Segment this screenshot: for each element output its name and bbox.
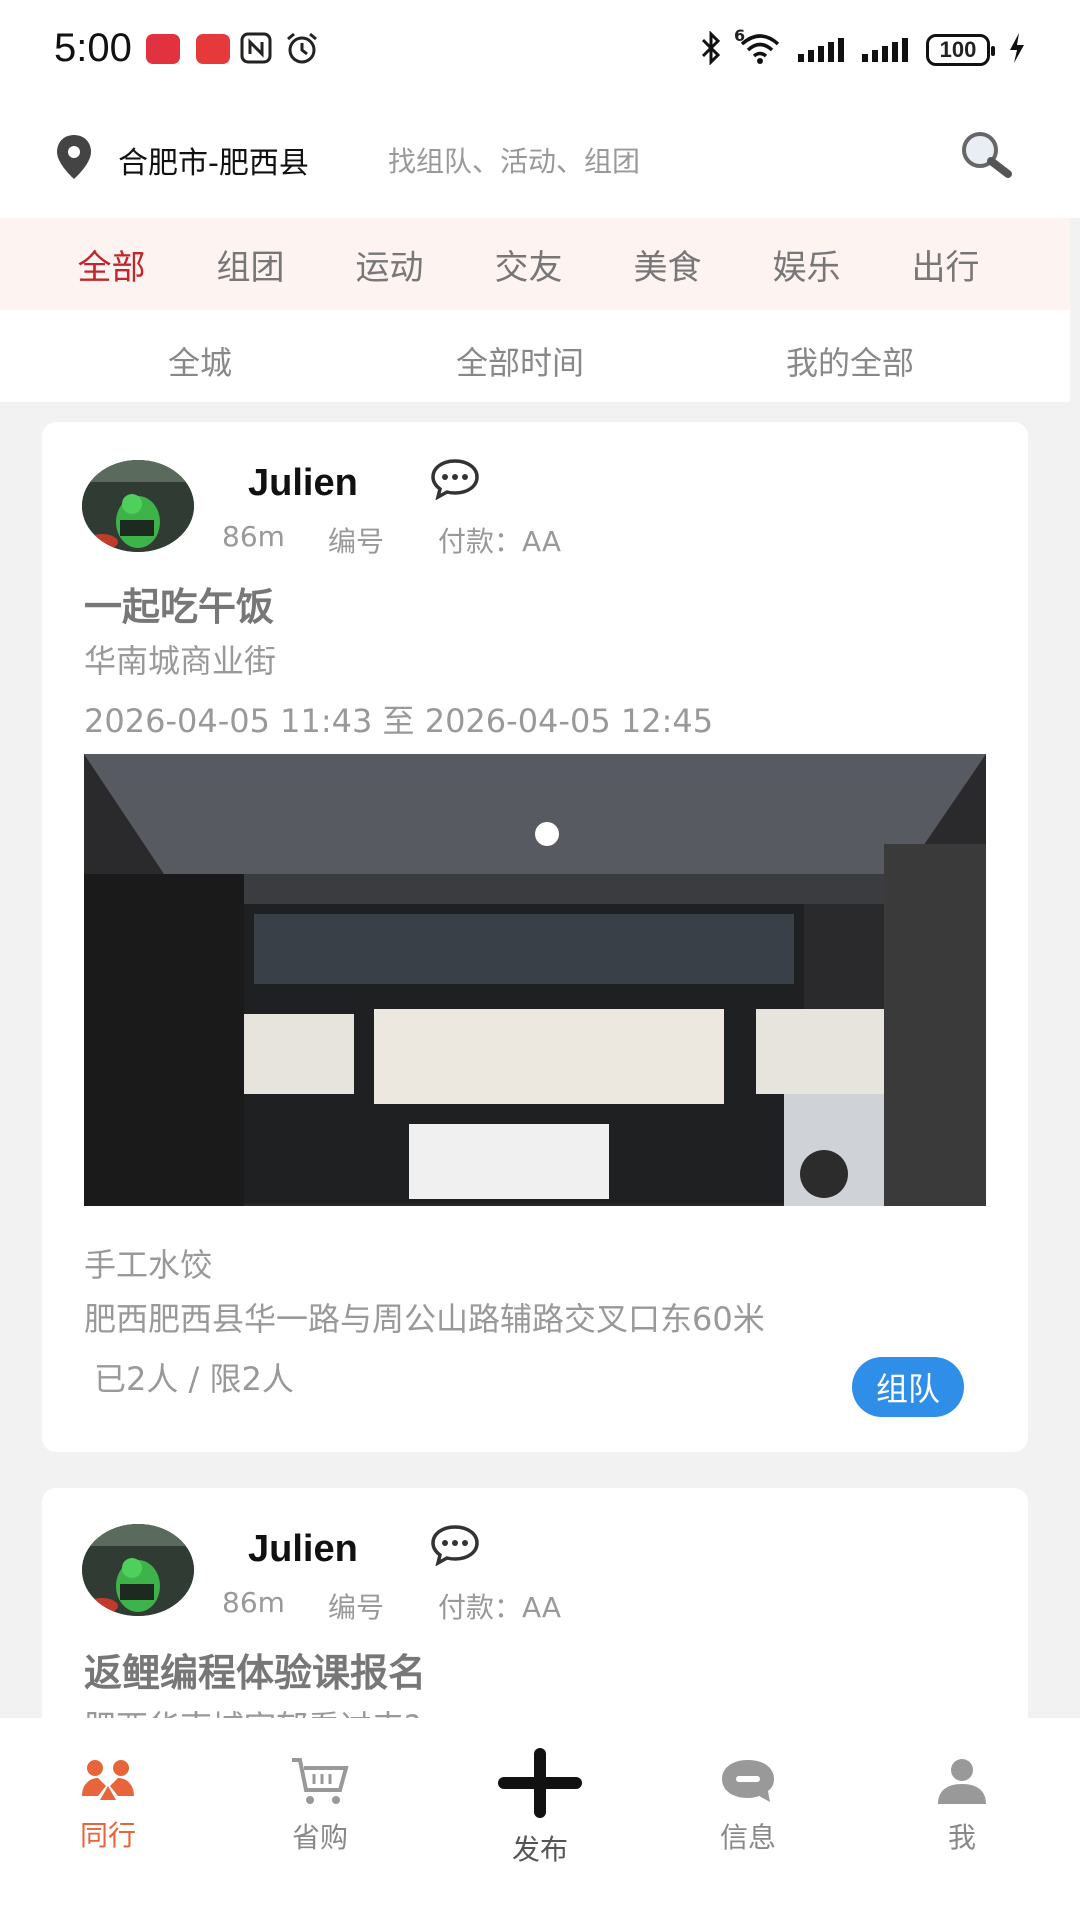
filter-city[interactable]: 全城 <box>168 338 232 384</box>
filter-bar: 全城 全部时间 我的全部 <box>0 310 1070 402</box>
nav-label: 我 <box>947 1821 976 1854</box>
tab-travel[interactable]: 出行 <box>876 218 1015 310</box>
join-team-button[interactable]: 组队 <box>852 1357 964 1417</box>
post-meta: 86m 编号 付款：AA <box>222 1586 561 1626</box>
post-title: 一起吃午饭 <box>84 585 275 629</box>
battery-level: 100 <box>939 37 977 62</box>
bluetooth-icon <box>700 30 722 69</box>
huawei-icon <box>196 34 230 64</box>
nav-publish[interactable]: 发布 <box>470 1748 610 1868</box>
chat-icon[interactable] <box>430 458 480 504</box>
category-tabs: 全部 组团 运动 交友 美食 娱乐 出行 <box>0 218 1070 310</box>
nav-companions[interactable]: 同行 <box>38 1756 178 1854</box>
distance: 86m <box>222 1586 285 1619</box>
number-label: 编号 <box>328 1591 385 1624</box>
message-icon <box>718 1760 778 1810</box>
header: 合肥市-肥西县 找组队、活动、组团 <box>0 100 1080 218</box>
wifi-icon: 6 <box>734 26 780 68</box>
nav-messages[interactable]: 信息 <box>678 1756 818 1856</box>
avatar[interactable] <box>82 1524 194 1616</box>
tab-friends[interactable]: 交友 <box>459 218 598 310</box>
cart-icon <box>288 1758 352 1810</box>
nfc-icon <box>240 32 272 68</box>
post-title: 返鲤编程体验课报名 <box>84 1651 427 1695</box>
status-time: 5:00 <box>54 26 132 70</box>
post-card[interactable]: Julien 86m 编号 付款：AA 一起吃午饭 华南城商业街 2026-04… <box>42 422 1028 1452</box>
post-address: 肥西肥西县华一路与周公山路辅路交叉口东60米 <box>84 1300 765 1338</box>
tab-group[interactable]: 组团 <box>181 218 320 310</box>
nav-label: 同行 <box>79 1819 136 1852</box>
filter-time[interactable]: 全部时间 <box>456 338 584 384</box>
group-icon <box>78 1760 138 1808</box>
screen: 5:00 6 100 合肥市-肥西县 找组队、活动、组团 全部 组团 运动 交友… <box>0 0 1080 1920</box>
nav-label: 信息 <box>719 1821 776 1854</box>
search-icon[interactable] <box>958 130 1016 184</box>
number-label: 编号 <box>328 525 385 558</box>
charging-icon <box>1008 32 1026 68</box>
nav-label: 省购 <box>291 1821 348 1854</box>
user-name[interactable]: Julien <box>248 1528 358 1571</box>
post-meta: 86m 编号 付款：AA <box>222 520 561 560</box>
tab-food[interactable]: 美食 <box>598 218 737 310</box>
nav-label: 发布 <box>511 1833 568 1866</box>
tab-sports[interactable]: 运动 <box>320 218 459 310</box>
payment-label: 付款：AA <box>438 1591 562 1624</box>
location-icon[interactable] <box>54 133 94 185</box>
plus-icon <box>498 1748 582 1822</box>
user-name[interactable]: Julien <box>248 462 358 505</box>
alarm-icon <box>284 30 320 70</box>
nav-shopping[interactable]: 省购 <box>250 1756 390 1856</box>
user-icon <box>932 1759 992 1810</box>
signal-icon <box>862 38 908 62</box>
city-selector[interactable]: 合肥市-肥西县 <box>118 138 309 182</box>
app-icon-red <box>146 34 180 64</box>
chat-icon[interactable] <box>430 1524 480 1570</box>
status-bar: 5:00 6 100 <box>0 0 1080 100</box>
network-type-label: 6 <box>734 26 746 45</box>
tab-entertainment[interactable]: 娱乐 <box>737 218 876 310</box>
post-photo[interactable] <box>84 754 986 1206</box>
status-right: 6 100 <box>700 26 1026 70</box>
distance: 86m <box>222 520 285 553</box>
post-place: 华南城商业街 <box>84 642 277 680</box>
member-count: 已2人 / 限2人 <box>94 1360 294 1398</box>
signal-icon <box>798 38 844 62</box>
tab-all[interactable]: 全部 <box>42 218 181 310</box>
avatar[interactable] <box>82 460 194 552</box>
search-input[interactable]: 找组队、活动、组团 <box>388 140 640 180</box>
post-time: 2026-04-05 11:43 至 2026-04-05 12:45 <box>84 702 714 740</box>
bottom-nav: 同行 省购 发布 信息 我 <box>0 1718 1080 1920</box>
payment-label: 付款：AA <box>438 525 562 558</box>
battery-icon: 100 <box>926 34 995 66</box>
filter-mine[interactable]: 我的全部 <box>786 338 914 384</box>
nav-me[interactable]: 我 <box>892 1756 1032 1856</box>
post-desc: 手工水饺 <box>84 1246 213 1284</box>
